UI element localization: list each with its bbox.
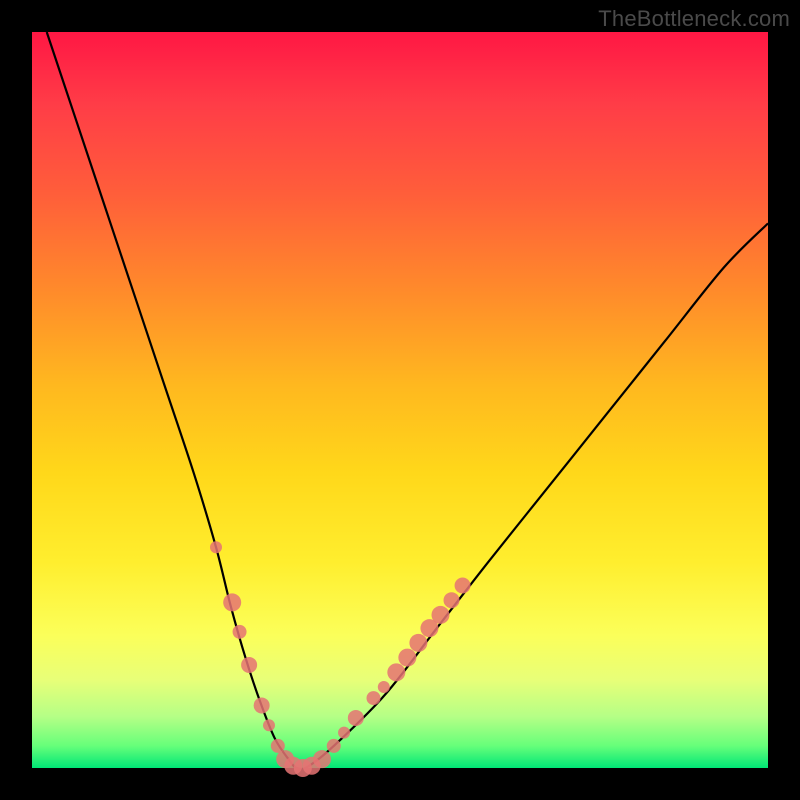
curve-marker (387, 663, 405, 681)
curve-marker (338, 727, 350, 739)
chart-container: { "watermark": "TheBottleneck.com", "col… (0, 0, 800, 800)
curve-marker (409, 634, 427, 652)
curve-marker (348, 710, 364, 726)
curve-marker (210, 541, 222, 553)
curve-marker (378, 681, 390, 693)
curve-marker (313, 750, 331, 768)
curve-markers (210, 541, 471, 777)
curve-marker (327, 739, 341, 753)
curve-marker (455, 577, 471, 593)
curve-marker (263, 719, 275, 731)
watermark-text: TheBottleneck.com (598, 6, 790, 32)
curve-marker (398, 649, 416, 667)
chart-svg (32, 32, 768, 768)
curve-marker (233, 625, 247, 639)
curve-marker (431, 606, 449, 624)
curve-marker (444, 592, 460, 608)
curve-marker (223, 593, 241, 611)
curve-marker (241, 657, 257, 673)
curve-marker (254, 697, 270, 713)
curve-marker (367, 691, 381, 705)
